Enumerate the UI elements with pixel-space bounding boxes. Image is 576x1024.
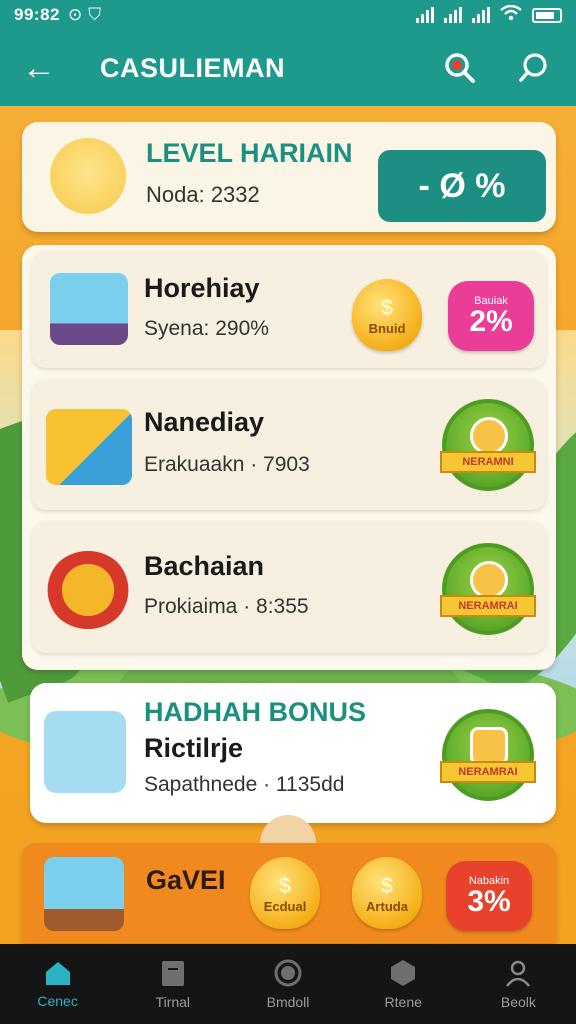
item-subtitle: Prokiaima · 8:355 [144, 595, 309, 618]
item-title: Nanediay [144, 407, 265, 437]
nav-item-circle[interactable]: Bmdoll [230, 944, 345, 1024]
dollar-icon: $ [278, 872, 292, 898]
coins-illustration [46, 551, 130, 629]
nav-item-document[interactable]: Tirnal [115, 944, 230, 1024]
app-bar: ← CASULIEMAN [0, 30, 576, 106]
level-card: LEVEL HARIAIN Noda: 2332 - Ø % [22, 122, 556, 232]
home-icon [45, 962, 70, 985]
shield-icon: ⛉ [88, 5, 101, 24]
profile-icon [506, 960, 531, 987]
coin-reward-badge-2[interactable]: $ Artuda [352, 857, 422, 929]
hexagon-icon [391, 960, 416, 986]
coin-reward-badge[interactable]: $ Ecdual [250, 857, 320, 929]
back-arrow-icon[interactable]: ← [22, 49, 66, 88]
battery-icon [532, 7, 562, 23]
list-item[interactable]: Bachaian Prokiaima · 8:355 NERAMRAI [32, 521, 546, 653]
bottom-navigation: Cenec Tirnal Bmdoll Rtene Beolk [0, 944, 576, 1024]
bonus-card[interactable]: HADHAH BONUS Rictilrje Sapathnede · 1135… [30, 683, 556, 823]
bonus-heading: HADHAH BONUS [144, 697, 366, 727]
page-title: CASULIEMAN [100, 52, 285, 83]
signal-icon-2 [444, 7, 462, 23]
trophy-icon [470, 417, 508, 455]
list-item[interactable]: Nanediay Erakuaakn · 7903 NERAMNI [32, 379, 546, 510]
item-title: Horehiay [144, 273, 260, 303]
search-icon[interactable] [514, 48, 554, 88]
kids-illustration [50, 138, 126, 214]
item-subtitle: Erakuaakn · 7903 [144, 453, 310, 476]
list-item[interactable]: Horehiay Syena: 290% $ Bnuid Bauiak 2% [32, 251, 546, 368]
dollar-icon: $ [380, 294, 394, 320]
nav-item-hexagon[interactable]: Rtene [346, 944, 461, 1024]
item-subtitle: Syena: 290% [144, 317, 269, 340]
level-subtitle: Noda: 2332 [146, 182, 260, 207]
search-badge-icon[interactable] [440, 48, 480, 88]
bonus-title: Rictilrje [144, 733, 244, 763]
wifi-icon [500, 4, 522, 26]
bonus-badge[interactable]: NERAMRAI [440, 709, 536, 801]
sync-icon: ⊙ [67, 5, 83, 24]
signal-icon [416, 7, 434, 23]
guitar-icon [470, 561, 508, 599]
achievement-badge[interactable]: NERAMRAI [440, 543, 536, 635]
level-title: LEVEL HARIAIN [146, 138, 353, 168]
nav-item-home[interactable]: Cenec [0, 944, 115, 1024]
orange-card[interactable]: GaVEI $ Ecdual $ Artuda Nabakin 3% [22, 843, 556, 943]
girl-coins-illustration [44, 711, 126, 793]
computer-illustration [50, 273, 128, 345]
document-icon [161, 961, 184, 986]
treasure-icon [470, 727, 508, 765]
coin-reward-badge[interactable]: $ Bnuid [352, 279, 422, 351]
item-title: Bachaian [144, 551, 265, 581]
bonus-subtitle: Sapathnede · 1135dd [144, 773, 345, 796]
level-percent-button[interactable]: - Ø % [378, 150, 546, 222]
task-list: Horehiay Syena: 290% $ Bnuid Bauiak 2% N… [22, 245, 556, 670]
circle-icon [274, 959, 302, 987]
laptop-illustration [44, 857, 124, 931]
percent-badge[interactable]: Bauiak 2% [448, 281, 534, 351]
status-time: 99:82 [14, 5, 60, 24]
dollar-icon: $ [380, 872, 394, 898]
percent-badge[interactable]: Nabakin 3% [446, 861, 532, 931]
status-bar: 99:82 ⊙ ⛉ [0, 0, 576, 30]
signal-icon-3 [472, 7, 490, 23]
achievement-badge[interactable]: NERAMNI [440, 399, 536, 491]
books-illustration [46, 409, 132, 485]
nav-item-profile[interactable]: Beolk [461, 944, 576, 1024]
orange-card-title: GaVEI [146, 865, 226, 895]
